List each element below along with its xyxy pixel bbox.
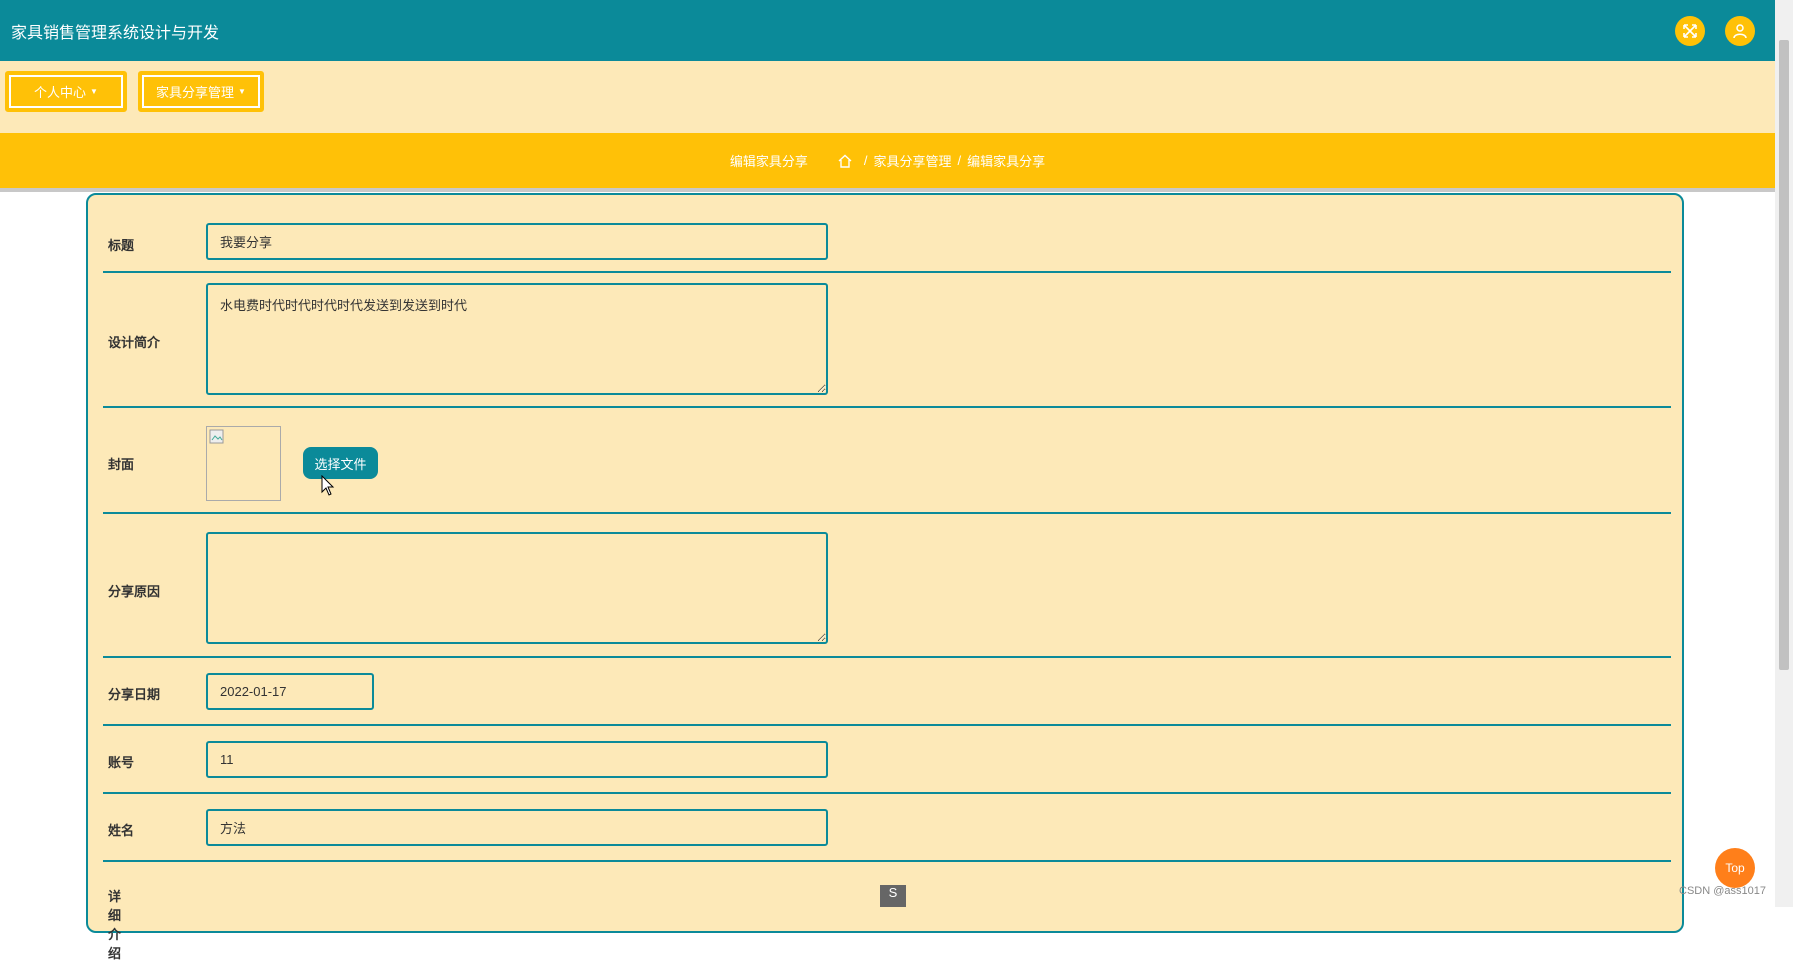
top-header: 家具销售管理系统设计与开发 — [0, 0, 1775, 61]
fullscreen-icon[interactable] — [1675, 16, 1705, 46]
breadcrumb-item-share-management[interactable]: 家具分享管理 — [873, 151, 951, 170]
form-row-account: 账号 — [103, 726, 1671, 794]
name-input[interactable] — [206, 809, 828, 846]
form-row-name: 姓名 — [103, 794, 1671, 862]
reason-textarea[interactable] — [206, 532, 828, 644]
edit-form: 标题 设计简介 水电费时代时代时代时代发送到发送到时代 封面 选择文件 分享原因… — [86, 193, 1684, 961]
app-title: 家具销售管理系统设计与开发 — [11, 24, 220, 42]
reason-label: 分享原因 — [108, 584, 161, 599]
form-row-cover: 封面 选择文件 — [103, 408, 1671, 514]
fullscreen-icon-glyph — [1683, 24, 1697, 38]
user-icon[interactable] — [1725, 16, 1755, 46]
chevron-down-icon: ▼ — [90, 87, 98, 96]
cover-image-placeholder — [206, 426, 281, 501]
account-input[interactable] — [206, 741, 828, 778]
menu-furniture-share-label: 家具分享管理 — [156, 85, 235, 100]
detail-label: 详细介绍 — [108, 889, 122, 961]
scrollbar-thumb[interactable] — [1779, 40, 1789, 670]
title-label: 标题 — [108, 238, 135, 253]
breadcrumb-separator: / — [957, 153, 962, 168]
breadcrumb-separator: / — [863, 153, 868, 168]
form-row-intro: 设计简介 水电费时代时代时代时代发送到发送到时代 — [103, 273, 1671, 408]
breadcrumb-bar: 编辑家具分享 / 家具分享管理 / 编辑家具分享 — [0, 133, 1775, 192]
account-label: 账号 — [108, 755, 135, 770]
cover-label: 封面 — [108, 457, 135, 472]
intro-textarea[interactable]: 水电费时代时代时代时代发送到发送到时代 — [206, 283, 828, 395]
breadcrumb-item-edit-share: 编辑家具分享 — [967, 154, 1046, 169]
mini-floating-label[interactable]: S — [880, 885, 906, 907]
intro-label: 设计简介 — [108, 335, 161, 350]
choose-file-button[interactable]: 选择文件 — [303, 447, 378, 479]
menu-personal-center-label: 个人中心 — [34, 85, 87, 100]
menu-bar: 个人中心 ▼ 家具分享管理 ▼ — [0, 61, 1775, 133]
menu-furniture-share[interactable]: 家具分享管理 ▼ — [138, 71, 264, 112]
form-row-title: 标题 — [103, 195, 1671, 273]
watermark: CSDN @ass1017 — [1679, 885, 1766, 897]
title-input[interactable] — [206, 223, 828, 260]
user-icon-glyph — [1733, 24, 1747, 39]
home-icon[interactable] — [838, 154, 852, 168]
home-icon-glyph — [838, 154, 852, 168]
menu-personal-center[interactable]: 个人中心 ▼ — [5, 71, 127, 112]
back-to-top-button[interactable]: Top — [1715, 848, 1755, 888]
vertical-scrollbar[interactable] — [1775, 0, 1793, 907]
chevron-down-icon: ▼ — [238, 87, 246, 96]
page-title: 编辑家具分享 — [729, 154, 808, 169]
name-label: 姓名 — [108, 823, 135, 838]
form-row-reason: 分享原因 — [103, 514, 1671, 658]
date-label: 分享日期 — [108, 687, 161, 702]
date-input[interactable] — [206, 673, 374, 710]
mouse-cursor-icon — [321, 475, 335, 496]
form-row-date: 分享日期 — [103, 658, 1671, 726]
broken-image-icon — [209, 429, 224, 444]
